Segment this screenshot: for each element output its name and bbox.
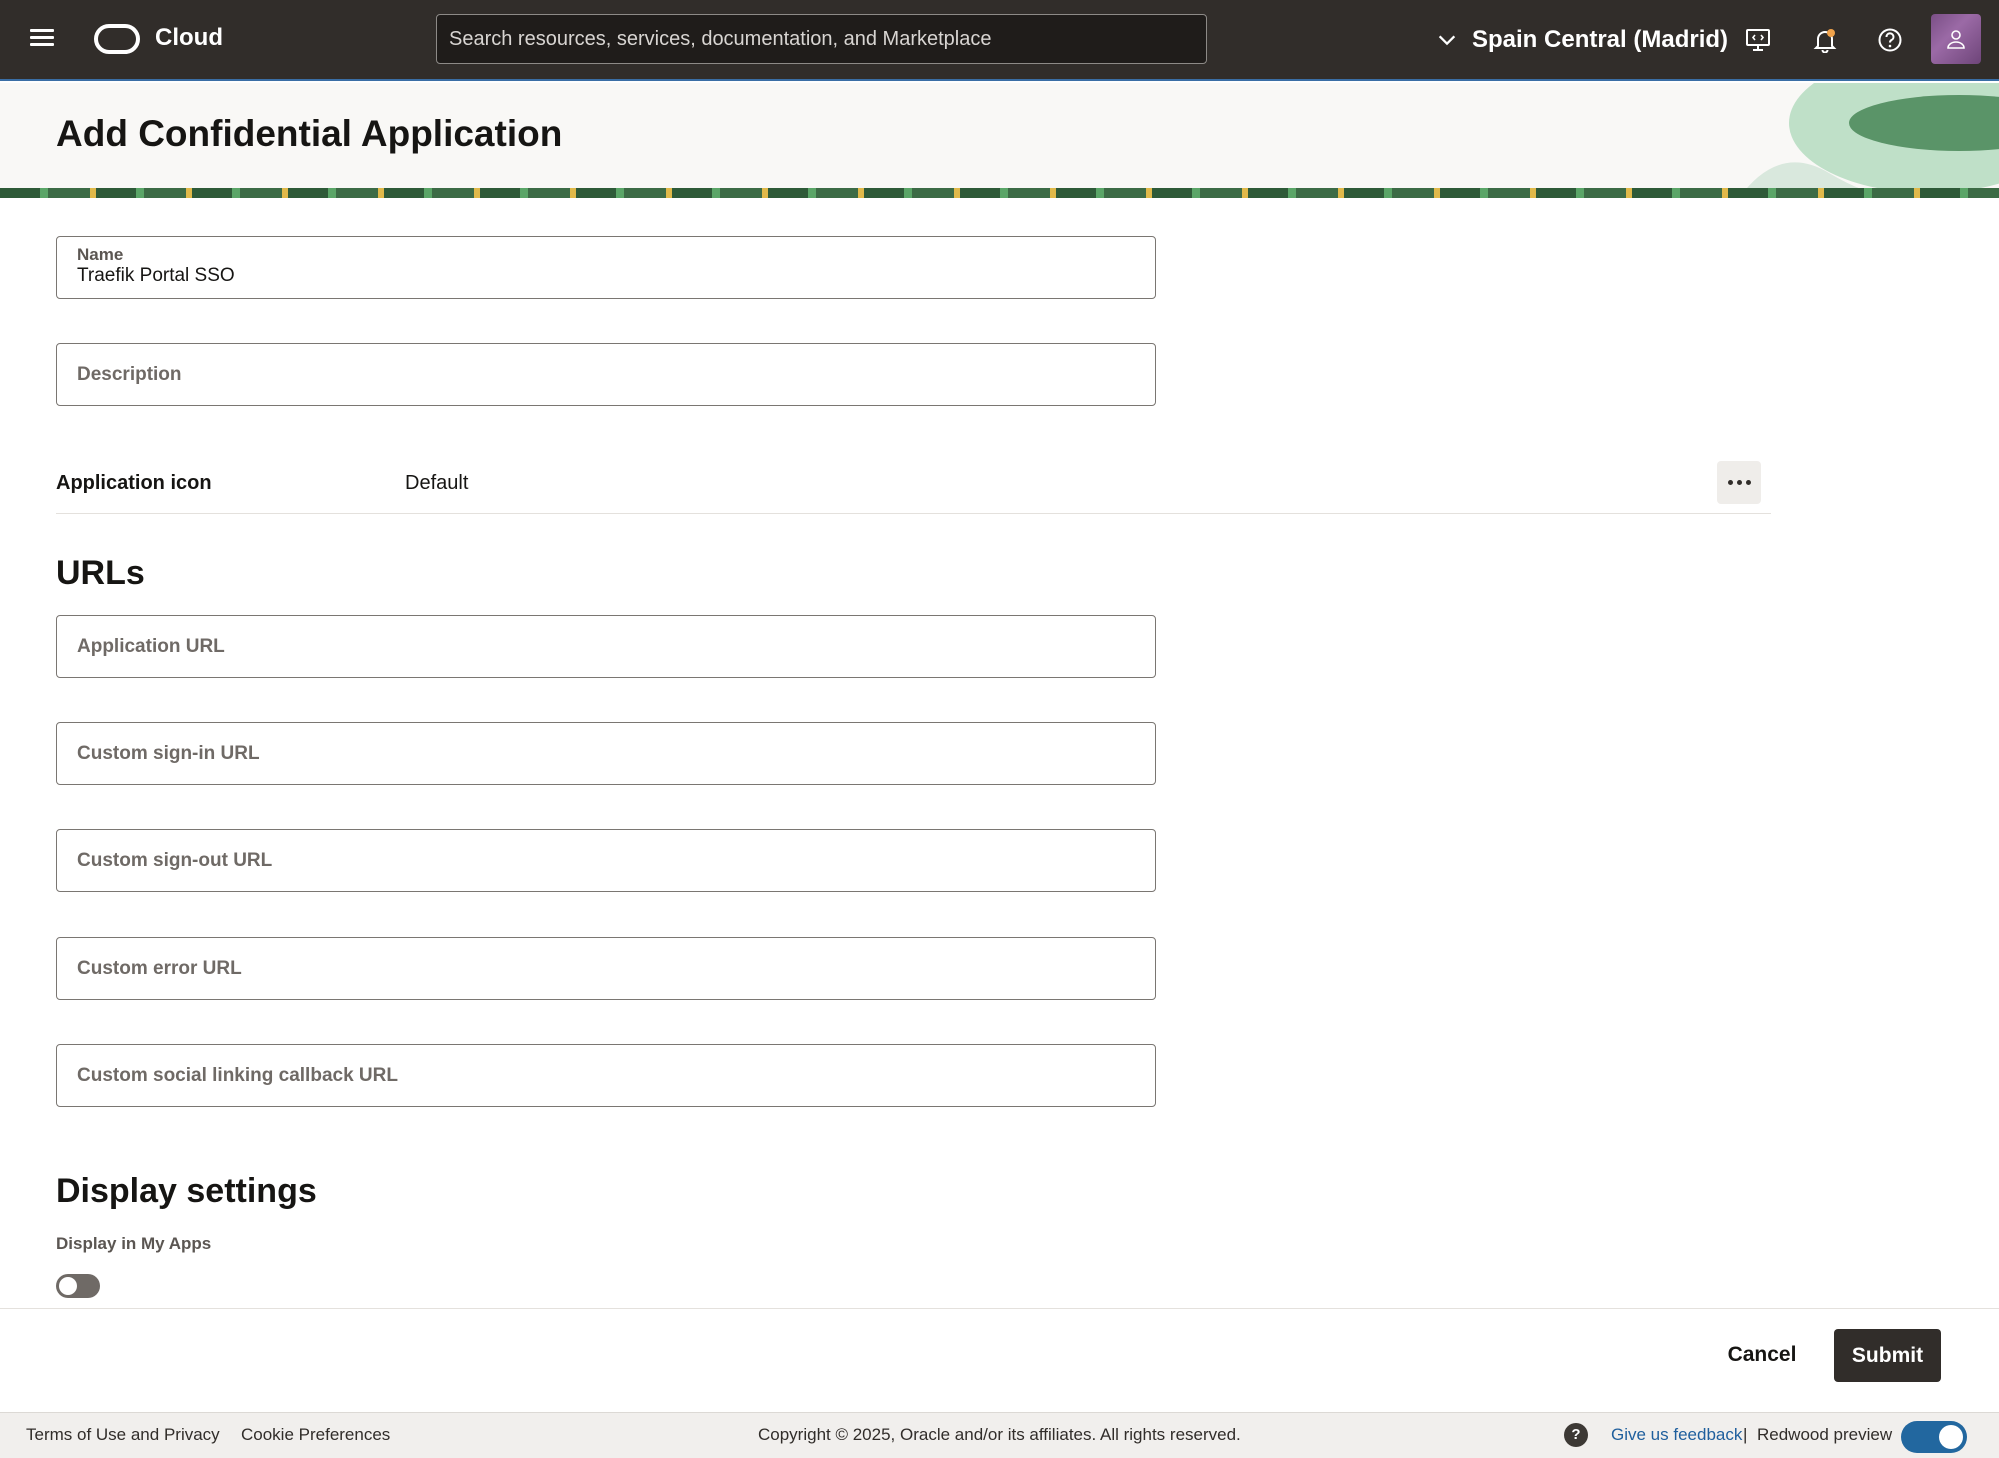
name-input[interactable] xyxy=(77,265,1117,287)
custom-signout-url-input[interactable] xyxy=(77,850,1117,872)
custom-signout-url-field[interactable] xyxy=(56,829,1156,892)
chevron-down-icon xyxy=(1438,35,1456,46)
custom-signin-url-input[interactable] xyxy=(77,743,1117,765)
more-dots-icon xyxy=(1727,480,1733,485)
footer-separator: | xyxy=(1743,1425,1748,1444)
more-actions-button[interactable] xyxy=(1717,461,1761,504)
region-selector[interactable]: Spain Central (Madrid) xyxy=(1436,22,1728,58)
redwood-preview-toggle[interactable] xyxy=(1901,1421,1967,1453)
app-root: Cloud Spain Central (Madrid) Add Confide… xyxy=(0,0,1999,1458)
name-field[interactable]: Name xyxy=(56,236,1156,299)
header-strip xyxy=(0,188,1999,198)
redwood-preview-label: Redwood preview xyxy=(1757,1425,1893,1444)
custom-social-callback-url-field[interactable] xyxy=(56,1044,1156,1107)
user-icon xyxy=(1947,30,1965,49)
application-icon-row: Application icon Default xyxy=(56,460,1771,514)
custom-error-url-input[interactable] xyxy=(77,958,1117,980)
notifications-bell-icon[interactable] xyxy=(1807,22,1843,58)
submit-button[interactable]: Submit xyxy=(1834,1329,1941,1382)
oracle-logo-icon[interactable] xyxy=(94,24,140,54)
urls-heading: URLs xyxy=(56,554,145,592)
copyright-text: Copyright © 2025, Oracle and/or its affi… xyxy=(758,1425,1241,1444)
display-in-my-apps-toggle[interactable] xyxy=(56,1274,100,1298)
page-header: Add Confidential Application xyxy=(0,83,1999,198)
region-label: Spain Central (Madrid) xyxy=(1472,26,1729,53)
header-decoration xyxy=(1739,83,1999,198)
custom-social-callback-url-input[interactable] xyxy=(77,1065,1117,1087)
terms-link[interactable]: Terms of Use and Privacy xyxy=(26,1425,220,1445)
give-feedback-link[interactable]: Give us feedback xyxy=(1611,1425,1742,1445)
application-url-field[interactable] xyxy=(56,615,1156,678)
action-bar: Cancel Submit xyxy=(0,1308,1999,1412)
user-avatar[interactable] xyxy=(1931,14,1981,64)
name-label: Name xyxy=(77,245,124,264)
display-settings-heading: Display settings xyxy=(56,1172,317,1210)
top-bar: Cloud Spain Central (Madrid) xyxy=(0,0,1999,81)
application-icon-value: Default xyxy=(405,472,469,494)
help-icon[interactable] xyxy=(1872,22,1908,58)
cookie-preferences-link[interactable]: Cookie Preferences xyxy=(241,1425,390,1445)
toggle-knob xyxy=(59,1277,77,1295)
display-in-my-apps-label: Display in My Apps xyxy=(56,1234,212,1253)
footer-help-icon[interactable]: ? xyxy=(1564,1423,1588,1447)
toggle-knob xyxy=(1939,1425,1963,1449)
brand-name[interactable]: Cloud xyxy=(155,24,223,52)
developer-tools-icon[interactable] xyxy=(1740,22,1776,58)
application-url-input[interactable] xyxy=(77,636,1117,658)
cancel-button[interactable]: Cancel xyxy=(1716,1329,1808,1381)
custom-error-url-field[interactable] xyxy=(56,937,1156,1000)
description-field[interactable] xyxy=(56,343,1156,406)
page-title: Add Confidential Application xyxy=(56,113,563,154)
custom-signin-url-field[interactable] xyxy=(56,722,1156,785)
menu-icon[interactable] xyxy=(30,26,60,52)
description-input[interactable] xyxy=(77,364,1117,386)
application-icon-label: Application icon xyxy=(56,472,212,494)
footer: Terms of Use and Privacy Cookie Preferen… xyxy=(0,1412,1999,1458)
search-input[interactable] xyxy=(436,14,1207,64)
